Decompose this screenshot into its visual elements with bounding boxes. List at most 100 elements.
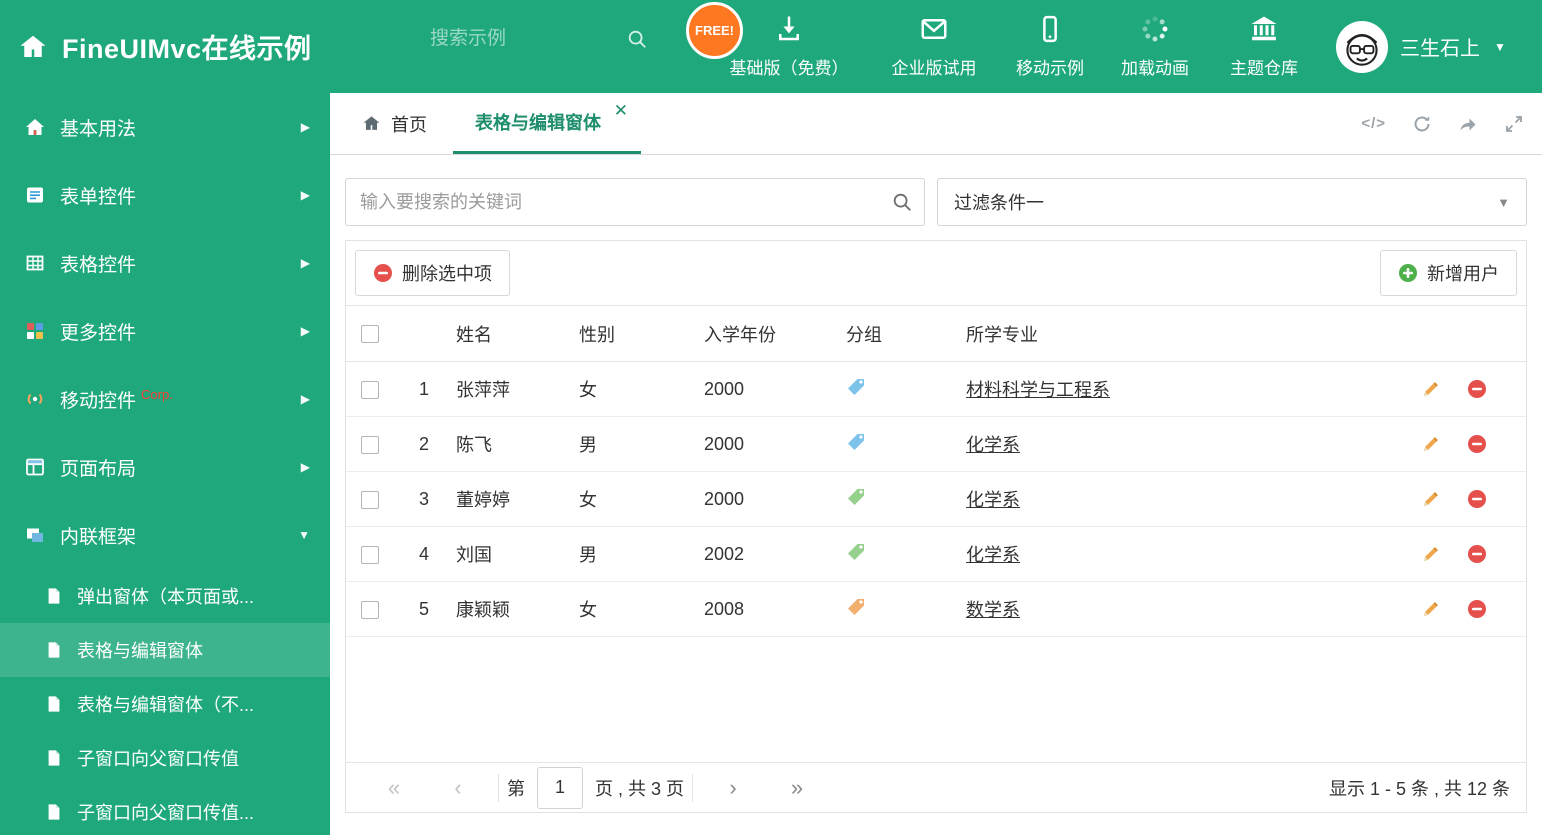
edit-icon[interactable] [1421,544,1441,564]
top-bar: FineUIMvc在线示例 FREE! 基础版（免费） 企业版试用 移动 [0,0,1542,93]
sidebar-subitem-label: 子窗口向父窗口传值 [77,749,239,769]
cell-name: 康颖颖 [441,581,564,637]
tag-icon[interactable] [846,432,866,452]
last-page-button[interactable]: » [765,776,829,799]
home-icon[interactable] [18,32,48,62]
keyword-search [345,178,925,226]
nav-label: 加载动画 [1121,59,1189,78]
source-code-icon[interactable]: </> [1361,115,1386,132]
sidebar-subitem-popup-window[interactable]: 弹出窗体（本页面或... [0,569,330,623]
sidebar-subitem-label: 表格与编辑窗体（不... [77,695,255,715]
tab-home[interactable]: 首页 [346,93,443,154]
table-row: 1 张萍萍 女 2000 材料科学与工程系 [346,361,1526,417]
first-page-button[interactable]: « [362,776,426,799]
chevron-right-icon: ▶ [300,256,310,270]
expand-icon[interactable] [1504,114,1524,134]
delete-icon[interactable] [1467,379,1487,399]
edit-icon[interactable] [1421,379,1441,399]
nav-theme-store[interactable]: 主题仓库 [1208,11,1320,85]
cell-year: 2000 [689,471,831,527]
cell-major-link[interactable]: 数学系 [966,600,1020,620]
row-checkbox[interactable] [361,490,379,509]
row-checkbox[interactable] [361,380,379,399]
edit-icon[interactable] [1421,434,1441,454]
edit-icon[interactable] [1421,599,1441,619]
close-icon[interactable]: ✕ [614,102,628,119]
next-page-button[interactable]: › [701,776,765,799]
cell-major-link[interactable]: 化学系 [966,435,1020,455]
nav-loading-animation[interactable]: 加载动画 [1104,11,1206,85]
sidebar-subitem-child-to-parent[interactable]: 子窗口向父窗口传值 [0,731,330,785]
delete-icon[interactable] [1467,489,1487,509]
prev-page-button[interactable]: ‹ [426,776,490,799]
row-checkbox[interactable] [361,545,379,564]
filter-dropdown[interactable]: 过滤条件一 ▼ [937,178,1527,226]
tag-icon[interactable] [846,487,866,507]
tab-grid-edit-window[interactable]: 表格与编辑窗体 ✕ [453,93,641,154]
cell-year: 2008 [689,581,831,637]
column-header-group[interactable]: 分组 [831,305,951,362]
app-title: FineUIMvc在线示例 [62,34,312,64]
app-root: FineUIMvc在线示例 FREE! 基础版（免费） 企业版试用 移动 [0,0,1542,835]
sidebar-subitem-child-to-parent-2[interactable]: 子窗口向父窗口传值... [0,785,330,835]
sidebar-item-page-layout[interactable]: 页面布局 ▶ [0,433,330,501]
row-checkbox[interactable] [361,600,379,619]
sidebar-item-more-controls[interactable]: 更多控件 ▶ [0,297,330,365]
house-icon [22,117,48,137]
edit-icon[interactable] [1421,489,1441,509]
select-all-checkbox[interactable] [361,325,379,344]
tag-icon[interactable] [846,597,866,617]
delete-icon[interactable] [1467,599,1487,619]
cell-major: 化学系 [951,416,1409,472]
sidebar-subitem-grid-edit-window[interactable]: 表格与编辑窗体 [0,623,330,677]
share-icon[interactable] [1458,114,1478,134]
column-header-major[interactable]: 所学专业 [951,305,1409,362]
pagination-bar: « ‹ 第 页 , 共 3 页 › » 显示 1 - 5 条 , 共 12 条 [346,762,1526,812]
sidebar-item-form-controls[interactable]: 表单控件 ▶ [0,161,330,229]
sidebar-item-basic-usage[interactable]: 基本用法 ▶ [0,93,330,161]
tag-icon[interactable] [846,542,866,562]
nav-mobile-demo[interactable]: 移动示例 [999,11,1101,85]
download-icon [774,14,804,44]
chevron-right-icon: ▶ [300,392,310,406]
delete-icon[interactable] [1467,434,1487,454]
refresh-icon[interactable] [1412,114,1432,134]
file-icon [45,749,63,767]
search-icon[interactable] [891,191,913,213]
top-search-input[interactable] [430,28,600,50]
cell-major-link[interactable]: 化学系 [966,490,1020,510]
plus-circle-icon [1398,263,1418,283]
cell-year: 2000 [689,361,831,417]
form-icon [22,185,48,205]
sidebar-item-mobile-controls[interactable]: 移动控件 Corp. ▶ [0,365,330,433]
add-user-button[interactable]: 新增用户 [1380,250,1517,296]
tag-icon[interactable] [846,377,866,397]
divider [498,773,499,802]
user-menu[interactable]: 三生石上 ▼ [1336,0,1506,93]
page-number-input[interactable] [537,766,583,809]
sidebar-item-label: 表格控件 [60,254,137,276]
column-header-year[interactable]: 入学年份 [689,305,831,362]
page-label-prefix: 第 [507,778,525,799]
column-header-name[interactable]: 姓名 [441,305,564,362]
spinner-icon [1140,14,1170,44]
cell-major-link[interactable]: 化学系 [966,545,1020,565]
delete-selected-button[interactable]: 删除选中项 [355,250,510,296]
sidebar-subitem-grid-edit-window-2[interactable]: 表格与编辑窗体（不... [0,677,330,731]
nav-label: 主题仓库 [1230,59,1298,78]
nav-enterprise-trial[interactable]: 企业版试用 [878,11,990,85]
sidebar-item-iframe[interactable]: 内联框架 ▼ [0,501,330,569]
table-body: 1 张萍萍 女 2000 材料科学与工程系 2 陈飞 男 2000 化学系 3 … [346,361,1526,637]
search-icon[interactable] [626,28,648,50]
sidebar-item-grid-controls[interactable]: 表格控件 ▶ [0,229,330,297]
add-user-label: 新增用户 [1427,264,1499,284]
cell-major-link[interactable]: 材料科学与工程系 [966,380,1110,400]
delete-icon[interactable] [1467,544,1487,564]
grid-panel: 删除选中项 新增用户 姓名 性别 入学年份 分组 所学专业 1 张萍萍 女 20… [345,240,1527,813]
row-checkbox[interactable] [361,435,379,454]
column-header-gender[interactable]: 性别 [564,305,689,362]
file-icon [45,803,63,821]
keyword-search-input[interactable] [345,178,925,226]
sidebar: 基本用法 ▶ 表单控件 ▶ 表格控件 ▶ 更多控件 ▶ 移动控件 Corp. ▶… [0,93,330,835]
minus-circle-icon [373,263,393,283]
